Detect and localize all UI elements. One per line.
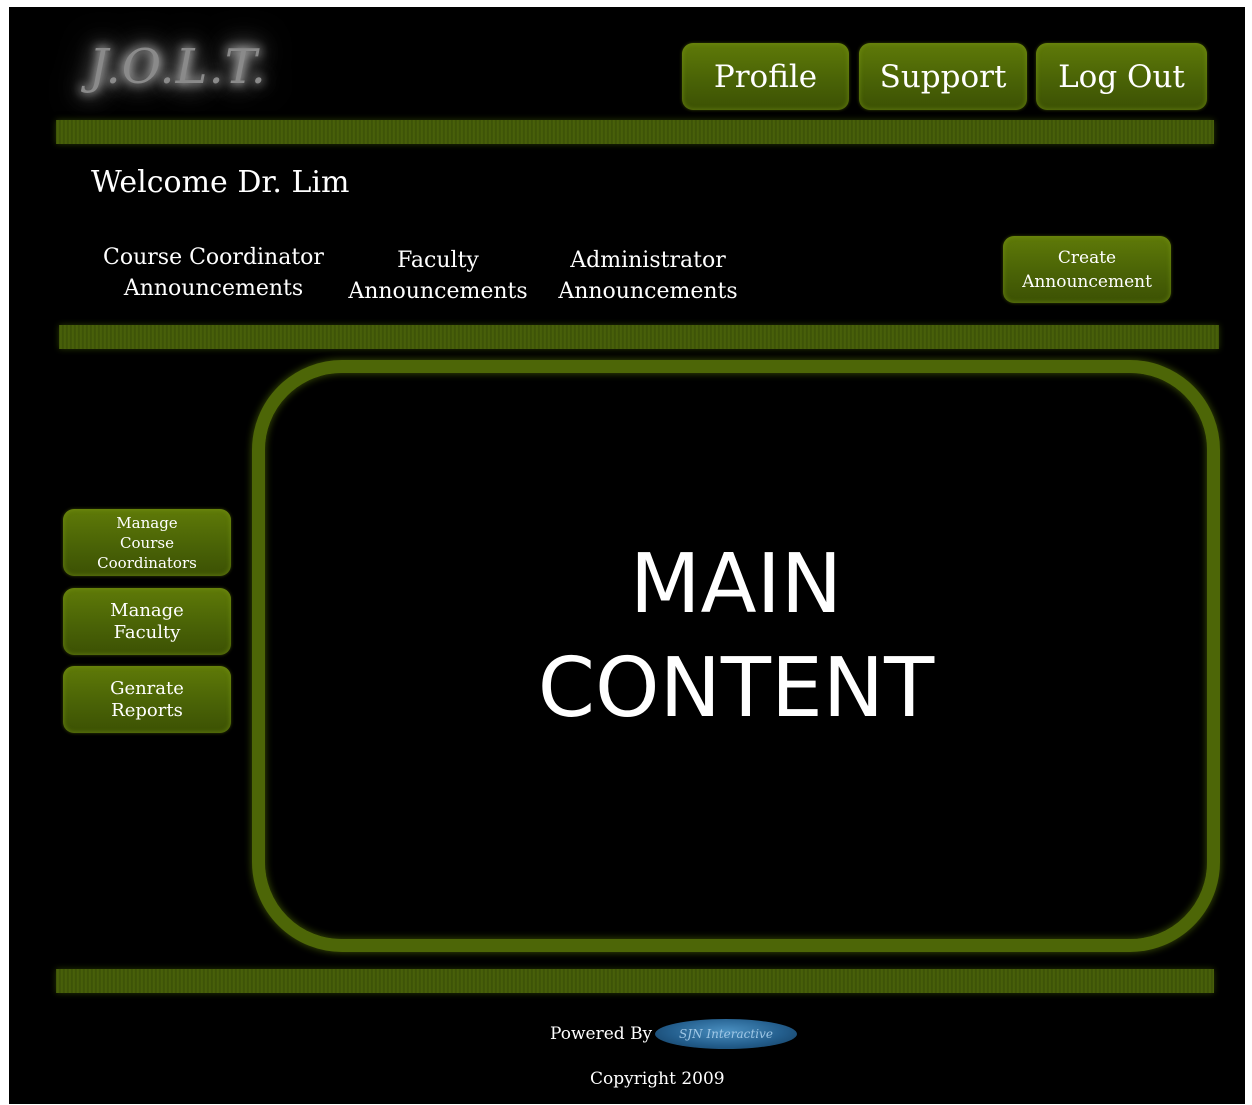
button-label-line: Faculty bbox=[113, 621, 181, 643]
button-label-line: Coordinators bbox=[97, 553, 197, 572]
main-content-text: MAIN CONTENT bbox=[265, 533, 1207, 741]
button-label-line: Create bbox=[1057, 247, 1117, 268]
powered-by-label: Powered By bbox=[550, 1024, 653, 1044]
logout-button[interactable]: Log Out bbox=[1036, 43, 1207, 110]
profile-button[interactable]: Profile bbox=[682, 43, 849, 110]
nav-faculty-announcements[interactable]: Faculty Announcements bbox=[343, 245, 533, 307]
powered-by-logo[interactable]: SJN Interactive bbox=[655, 1019, 797, 1049]
top-divider bbox=[56, 120, 1214, 144]
main-content-line: MAIN bbox=[629, 537, 843, 632]
manage-course-coordinators-button[interactable]: Manage Course Coordinators bbox=[63, 509, 231, 576]
button-label-line: Reports bbox=[111, 699, 183, 721]
button-label-line: Genrate bbox=[110, 677, 184, 699]
logo[interactable]: J.O.L.T. bbox=[89, 39, 267, 95]
nav-label-line: Course Coordinator bbox=[103, 245, 324, 270]
powered-by-logo-text: SJN Interactive bbox=[679, 1027, 773, 1041]
copyright-text: Copyright 2009 bbox=[590, 1069, 725, 1089]
button-label-line: Manage bbox=[116, 513, 178, 532]
nav-divider bbox=[59, 325, 1219, 349]
create-announcement-button[interactable]: Create Announcement bbox=[1003, 236, 1171, 303]
main-content-panel: MAIN CONTENT bbox=[252, 360, 1220, 952]
nav-administrator-announcements[interactable]: Administrator Announcements bbox=[549, 245, 747, 307]
welcome-message: Welcome Dr. Lim bbox=[91, 165, 350, 200]
generate-reports-button[interactable]: Genrate Reports bbox=[63, 666, 231, 733]
nav-label-line: Administrator bbox=[570, 248, 726, 273]
button-label-line: Course bbox=[120, 533, 174, 552]
nav-label-line: Announcements bbox=[348, 279, 528, 304]
footer-divider bbox=[56, 969, 1214, 993]
button-label-line: Manage bbox=[110, 599, 184, 621]
button-label-line: Announcement bbox=[1022, 271, 1152, 292]
main-content-line: CONTENT bbox=[537, 641, 935, 736]
manage-faculty-button[interactable]: Manage Faculty bbox=[63, 588, 231, 655]
nav-label-line: Announcements bbox=[123, 276, 304, 301]
nav-label-line: Faculty bbox=[397, 248, 479, 273]
page-frame: J.O.L.T. Profile Support Log Out Welcome… bbox=[9, 7, 1245, 1104]
support-button[interactable]: Support bbox=[859, 43, 1027, 110]
nav-label-line: Announcements bbox=[558, 279, 738, 304]
nav-course-coordinator-announcements[interactable]: Course Coordinator Announcements bbox=[87, 242, 340, 304]
